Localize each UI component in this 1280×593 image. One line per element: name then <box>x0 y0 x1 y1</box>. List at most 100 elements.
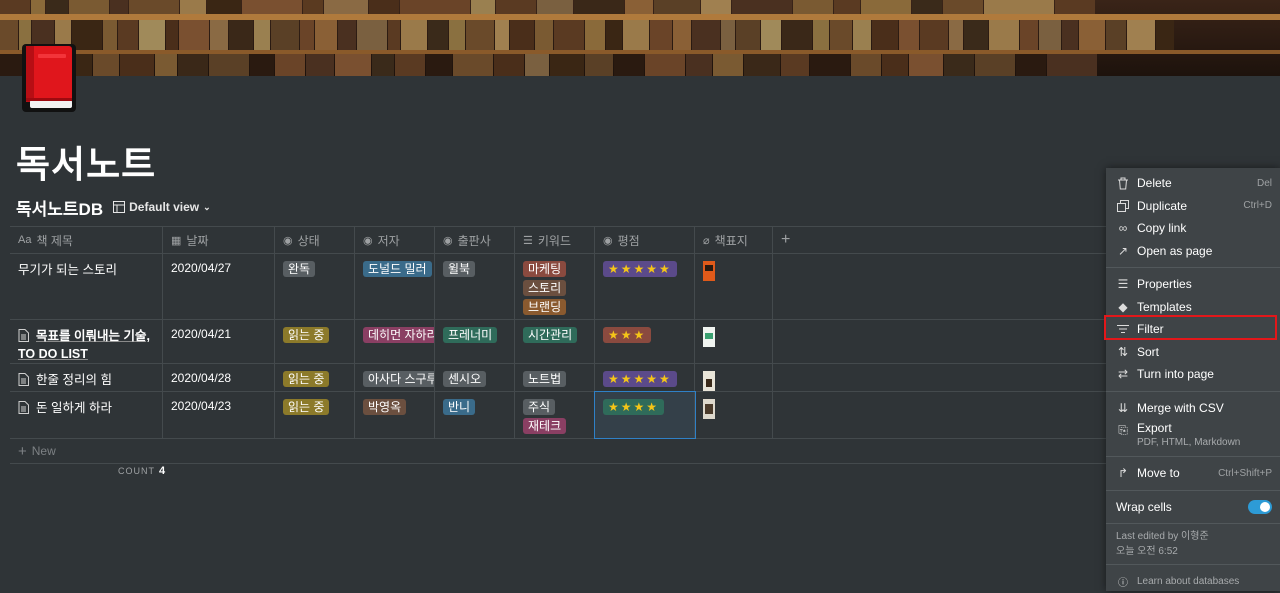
publisher-cell[interactable]: 센시오 <box>435 364 515 391</box>
menu-item-turn-into-page[interactable]: ⇄ Turn into page <box>1106 363 1280 386</box>
rating-cell[interactable]: ★★★★★ <box>595 254 695 319</box>
cover-cell[interactable] <box>695 364 773 391</box>
status-tag: 완독 <box>283 261 316 277</box>
duplicate-icon <box>1116 199 1130 213</box>
link-icon: ∞ <box>1118 221 1128 236</box>
table-row[interactable]: 돈 일하게 하라 2020/04/23 읽는 중 박영옥 반니 주식 재테크 ★… <box>10 391 1280 439</box>
title-wrapper: TO DO LIST <box>18 347 88 361</box>
keywords-cell[interactable]: 시간관리 <box>515 320 595 363</box>
publisher-tag: 반니 <box>443 399 476 415</box>
plus-icon: + <box>781 231 791 248</box>
keywords-cell[interactable]: 마케팅 스토리 브랜딩 <box>515 254 595 319</box>
publisher-tag: 센시오 <box>443 371 487 387</box>
menu-divider <box>1106 390 1280 392</box>
wrap-cells-toggle[interactable] <box>1248 499 1272 514</box>
title-cell[interactable]: 무기가 되는 스토리 <box>10 254 163 319</box>
rating-cell[interactable]: ★★★ <box>595 320 695 363</box>
publisher-cell[interactable]: 윌북 <box>435 254 515 319</box>
author-cell[interactable]: 아사다 스구루 <box>355 364 435 391</box>
keyword-tag: 시간관리 <box>523 327 578 343</box>
status-cell[interactable]: 읽는 중 <box>275 392 355 438</box>
keyword-tag: 재테크 <box>523 418 567 434</box>
table-row[interactable]: 무기가 되는 스토리 2020/04/27 완독 도널드 밀러 윌북 마케팅 스… <box>10 253 1280 319</box>
column-header-publisher[interactable]: ◉ 출판사 <box>435 227 515 253</box>
publisher-cell[interactable]: 프레너미 <box>435 320 515 363</box>
author-cell[interactable]: 박영옥 <box>355 392 435 438</box>
keyword-tag: 주식 <box>523 399 556 415</box>
table-row[interactable]: 목표를 이뤄내는 기술, TO DO LIST 2020/04/21 읽는 중 … <box>10 319 1280 363</box>
menu-item-learn[interactable]: ⓘ Learn about databases <box>1106 570 1280 593</box>
menu-item-merge-csv[interactable]: ⇊ Merge with CSV <box>1106 397 1280 420</box>
text-type-icon: Aa <box>18 234 32 246</box>
page-title[interactable]: 독서노트 <box>16 134 156 188</box>
book-icon[interactable] <box>20 42 78 114</box>
date-cell[interactable]: 2020/04/23 <box>163 392 275 438</box>
date-cell[interactable]: 2020/04/21 <box>163 320 275 363</box>
column-header-title[interactable]: Aa 책 제목 <box>10 227 163 253</box>
title-wrapper: 돈 일하게 하라 <box>18 399 154 417</box>
title-wrapper: 목표를 이뤄내는 기술, <box>18 327 154 345</box>
trash-icon <box>1116 176 1130 190</box>
rating-cell-selected[interactable]: ★★★★ <box>594 391 696 439</box>
plus-icon: + <box>18 442 27 460</box>
add-column-button[interactable]: + <box>773 227 1103 253</box>
status-tag: 읽는 중 <box>283 399 330 415</box>
keyword-tag: 브랜딩 <box>523 299 567 315</box>
author-cell[interactable]: 도널드 밀러 <box>355 254 435 319</box>
column-header-keywords[interactable]: ☰ 키워드 <box>515 227 595 253</box>
book-cover-thumbnail[interactable] <box>703 371 715 391</box>
row-count[interactable]: COUNT 4 <box>118 465 165 477</box>
date-cell[interactable]: 2020/04/28 <box>163 364 275 391</box>
keywords-cell[interactable]: 노트법 <box>515 364 595 391</box>
menu-item-open-as-page[interactable]: ↗ Open as page <box>1106 240 1280 263</box>
view-selector-button[interactable]: Default view ⌄ <box>113 200 211 214</box>
database-title[interactable]: 독서노트DB <box>16 195 103 220</box>
book-cover-thumbnail[interactable] <box>703 327 715 347</box>
status-cell[interactable]: 읽는 중 <box>275 320 355 363</box>
bookshelf-row <box>0 54 1280 76</box>
date-cell[interactable]: 2020/04/27 <box>163 254 275 319</box>
cover-cell[interactable] <box>695 392 773 438</box>
page-doc-icon <box>18 373 29 386</box>
menu-item-copy-link[interactable]: ∞ Copy link <box>1106 217 1280 240</box>
menu-item-sort[interactable]: ⇅ Sort <box>1106 341 1280 364</box>
book-cover-thumbnail[interactable] <box>703 399 715 419</box>
table-row[interactable]: 한줄 정리의 힘 2020/04/28 읽는 중 아사다 스구루 센시오 노트법… <box>10 363 1280 391</box>
row-spacer <box>773 320 1103 363</box>
column-header-date[interactable]: ▦ 날짜 <box>163 227 275 253</box>
publisher-cell[interactable]: 반니 <box>435 392 515 438</box>
menu-item-move-to[interactable]: ↱ Move to Ctrl+Shift+P <box>1106 462 1280 485</box>
column-header-status[interactable]: ◉ 상태 <box>275 227 355 253</box>
menu-divider <box>1106 564 1280 565</box>
select-icon: ◉ <box>443 234 453 247</box>
title-cell[interactable]: 돈 일하게 하라 <box>10 392 163 438</box>
menu-item-export[interactable]: ⎘ Export PDF, HTML, Markdown <box>1106 419 1280 451</box>
book-cover-thumbnail[interactable] <box>703 261 715 281</box>
paperclip-icon: ⌀ <box>703 234 710 247</box>
export-text: Export PDF, HTML, Markdown <box>1137 421 1241 448</box>
column-header-cover[interactable]: ⌀ 책표지 <box>695 227 773 253</box>
rating-cell[interactable]: ★★★★★ <box>595 364 695 391</box>
status-cell[interactable]: 읽는 중 <box>275 364 355 391</box>
menu-item-delete[interactable]: Delete Del <box>1106 172 1280 195</box>
add-row-button[interactable]: + New <box>10 438 1280 464</box>
publisher-tag: 프레너미 <box>443 327 498 343</box>
bookshelf-row <box>0 0 1280 14</box>
column-header-author[interactable]: ◉ 저자 <box>355 227 435 253</box>
keywords-cell[interactable]: 주식 재테크 <box>515 392 595 438</box>
menu-divider <box>1106 489 1280 491</box>
column-header-rating[interactable]: ◉ 평점 <box>595 227 695 253</box>
menu-item-wrap-cells[interactable]: Wrap cells <box>1106 496 1280 519</box>
status-cell[interactable]: 완독 <box>275 254 355 319</box>
menu-item-properties[interactable]: ☰ Properties <box>1106 273 1280 296</box>
author-tag: 데히먼 자하리 <box>363 327 434 343</box>
menu-item-duplicate[interactable]: Duplicate Ctrl+D <box>1106 195 1280 218</box>
cover-cell[interactable] <box>695 254 773 319</box>
cover-cell[interactable] <box>695 320 773 363</box>
title-cell[interactable]: 한줄 정리의 힘 <box>10 364 163 391</box>
turn-into-icon: ⇄ <box>1117 367 1129 382</box>
author-cell[interactable]: 데히먼 자하리 <box>355 320 435 363</box>
database-header: 독서노트DB Default view ⌄ <box>16 195 211 220</box>
status-tag: 읽는 중 <box>283 327 330 343</box>
title-cell[interactable]: 목표를 이뤄내는 기술, TO DO LIST <box>10 320 163 363</box>
